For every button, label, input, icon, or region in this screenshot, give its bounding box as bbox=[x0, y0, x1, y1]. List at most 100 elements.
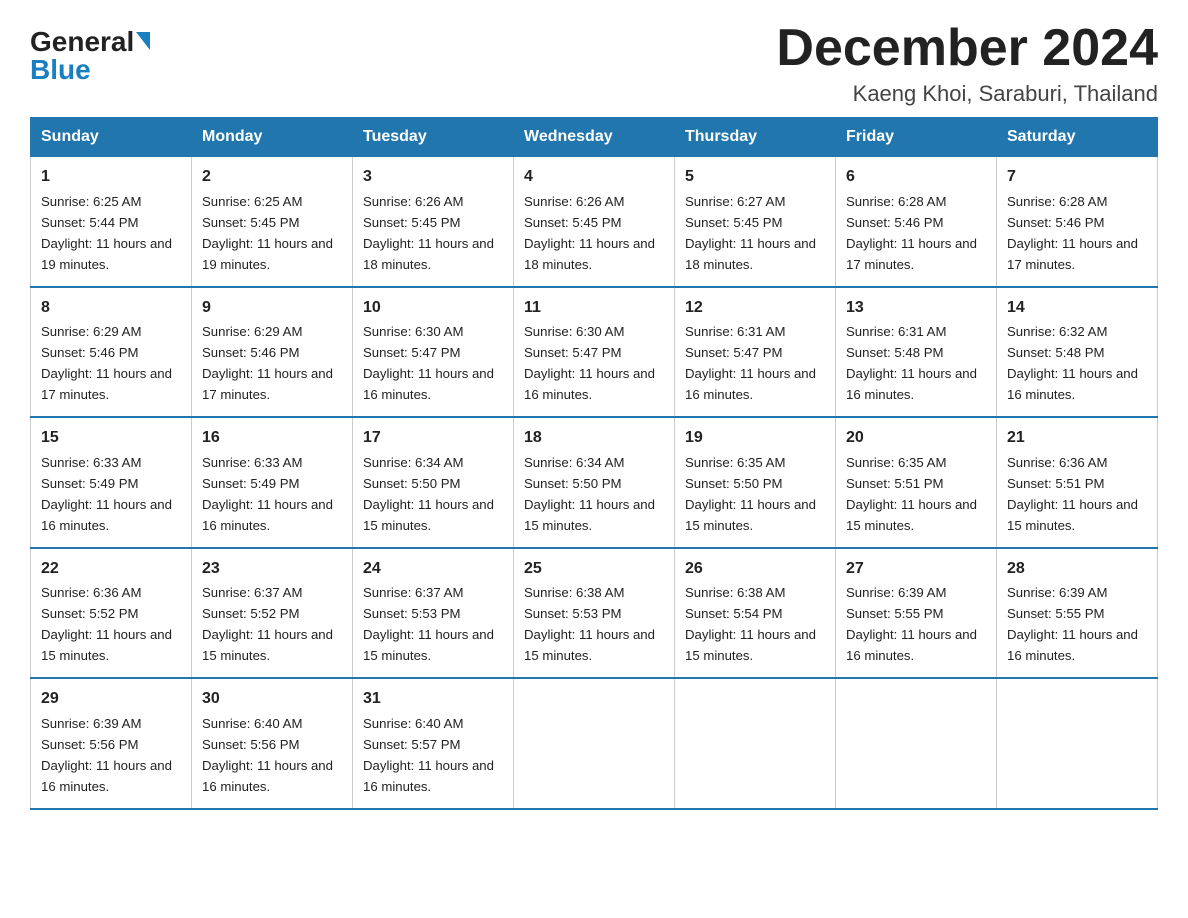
col-friday: Friday bbox=[836, 118, 997, 157]
day-number: 17 bbox=[363, 426, 503, 451]
col-monday: Monday bbox=[192, 118, 353, 157]
calendar-week-row: 8 Sunrise: 6:29 AMSunset: 5:46 PMDayligh… bbox=[31, 287, 1158, 417]
day-info: Sunrise: 6:40 AMSunset: 5:57 PMDaylight:… bbox=[363, 716, 494, 794]
logo: General Blue bbox=[30, 28, 150, 84]
day-number: 16 bbox=[202, 426, 342, 451]
day-number: 31 bbox=[363, 687, 503, 712]
day-number: 12 bbox=[685, 296, 825, 321]
day-info: Sunrise: 6:38 AMSunset: 5:54 PMDaylight:… bbox=[685, 585, 816, 663]
day-number: 13 bbox=[846, 296, 986, 321]
calendar-cell: 31 Sunrise: 6:40 AMSunset: 5:57 PMDaylig… bbox=[353, 678, 514, 808]
day-info: Sunrise: 6:37 AMSunset: 5:52 PMDaylight:… bbox=[202, 585, 333, 663]
calendar-cell: 9 Sunrise: 6:29 AMSunset: 5:46 PMDayligh… bbox=[192, 287, 353, 417]
day-number: 7 bbox=[1007, 165, 1147, 190]
calendar-cell: 21 Sunrise: 6:36 AMSunset: 5:51 PMDaylig… bbox=[997, 417, 1158, 547]
day-number: 11 bbox=[524, 296, 664, 321]
day-info: Sunrise: 6:37 AMSunset: 5:53 PMDaylight:… bbox=[363, 585, 494, 663]
calendar-cell: 26 Sunrise: 6:38 AMSunset: 5:54 PMDaylig… bbox=[675, 548, 836, 678]
calendar-cell: 19 Sunrise: 6:35 AMSunset: 5:50 PMDaylig… bbox=[675, 417, 836, 547]
day-info: Sunrise: 6:32 AMSunset: 5:48 PMDaylight:… bbox=[1007, 324, 1138, 402]
calendar-cell: 15 Sunrise: 6:33 AMSunset: 5:49 PMDaylig… bbox=[31, 417, 192, 547]
day-info: Sunrise: 6:34 AMSunset: 5:50 PMDaylight:… bbox=[524, 455, 655, 533]
calendar-week-row: 15 Sunrise: 6:33 AMSunset: 5:49 PMDaylig… bbox=[31, 417, 1158, 547]
calendar-cell bbox=[997, 678, 1158, 808]
calendar-cell: 30 Sunrise: 6:40 AMSunset: 5:56 PMDaylig… bbox=[192, 678, 353, 808]
day-number: 3 bbox=[363, 165, 503, 190]
col-saturday: Saturday bbox=[997, 118, 1158, 157]
day-number: 5 bbox=[685, 165, 825, 190]
day-info: Sunrise: 6:26 AMSunset: 5:45 PMDaylight:… bbox=[363, 194, 494, 272]
day-info: Sunrise: 6:25 AMSunset: 5:45 PMDaylight:… bbox=[202, 194, 333, 272]
day-number: 29 bbox=[41, 687, 181, 712]
col-sunday: Sunday bbox=[31, 118, 192, 157]
calendar-body: 1 Sunrise: 6:25 AMSunset: 5:44 PMDayligh… bbox=[31, 157, 1158, 809]
day-number: 20 bbox=[846, 426, 986, 451]
day-number: 27 bbox=[846, 557, 986, 582]
calendar-cell: 13 Sunrise: 6:31 AMSunset: 5:48 PMDaylig… bbox=[836, 287, 997, 417]
day-info: Sunrise: 6:28 AMSunset: 5:46 PMDaylight:… bbox=[1007, 194, 1138, 272]
day-info: Sunrise: 6:31 AMSunset: 5:47 PMDaylight:… bbox=[685, 324, 816, 402]
day-number: 9 bbox=[202, 296, 342, 321]
logo-blue-text: Blue bbox=[30, 54, 91, 85]
day-number: 14 bbox=[1007, 296, 1147, 321]
calendar-cell: 24 Sunrise: 6:37 AMSunset: 5:53 PMDaylig… bbox=[353, 548, 514, 678]
page-header: General Blue December 2024 Kaeng Khoi, S… bbox=[30, 20, 1158, 107]
day-info: Sunrise: 6:30 AMSunset: 5:47 PMDaylight:… bbox=[363, 324, 494, 402]
calendar-week-row: 22 Sunrise: 6:36 AMSunset: 5:52 PMDaylig… bbox=[31, 548, 1158, 678]
calendar-cell: 4 Sunrise: 6:26 AMSunset: 5:45 PMDayligh… bbox=[514, 157, 675, 287]
calendar-cell: 17 Sunrise: 6:34 AMSunset: 5:50 PMDaylig… bbox=[353, 417, 514, 547]
day-number: 6 bbox=[846, 165, 986, 190]
calendar-cell: 14 Sunrise: 6:32 AMSunset: 5:48 PMDaylig… bbox=[997, 287, 1158, 417]
calendar-cell: 7 Sunrise: 6:28 AMSunset: 5:46 PMDayligh… bbox=[997, 157, 1158, 287]
calendar-cell: 25 Sunrise: 6:38 AMSunset: 5:53 PMDaylig… bbox=[514, 548, 675, 678]
calendar-cell: 16 Sunrise: 6:33 AMSunset: 5:49 PMDaylig… bbox=[192, 417, 353, 547]
day-number: 28 bbox=[1007, 557, 1147, 582]
calendar-header: Sunday Monday Tuesday Wednesday Thursday… bbox=[31, 118, 1158, 157]
calendar-week-row: 1 Sunrise: 6:25 AMSunset: 5:44 PMDayligh… bbox=[31, 157, 1158, 287]
col-thursday: Thursday bbox=[675, 118, 836, 157]
day-number: 2 bbox=[202, 165, 342, 190]
day-number: 23 bbox=[202, 557, 342, 582]
day-info: Sunrise: 6:36 AMSunset: 5:51 PMDaylight:… bbox=[1007, 455, 1138, 533]
calendar-cell bbox=[675, 678, 836, 808]
day-info: Sunrise: 6:39 AMSunset: 5:56 PMDaylight:… bbox=[41, 716, 172, 794]
calendar-cell: 1 Sunrise: 6:25 AMSunset: 5:44 PMDayligh… bbox=[31, 157, 192, 287]
day-number: 10 bbox=[363, 296, 503, 321]
day-info: Sunrise: 6:25 AMSunset: 5:44 PMDaylight:… bbox=[41, 194, 172, 272]
day-number: 24 bbox=[363, 557, 503, 582]
day-info: Sunrise: 6:28 AMSunset: 5:46 PMDaylight:… bbox=[846, 194, 977, 272]
day-number: 1 bbox=[41, 165, 181, 190]
day-info: Sunrise: 6:33 AMSunset: 5:49 PMDaylight:… bbox=[202, 455, 333, 533]
day-info: Sunrise: 6:40 AMSunset: 5:56 PMDaylight:… bbox=[202, 716, 333, 794]
calendar-table: Sunday Monday Tuesday Wednesday Thursday… bbox=[30, 117, 1158, 809]
day-info: Sunrise: 6:33 AMSunset: 5:49 PMDaylight:… bbox=[41, 455, 172, 533]
calendar-cell: 6 Sunrise: 6:28 AMSunset: 5:46 PMDayligh… bbox=[836, 157, 997, 287]
day-info: Sunrise: 6:39 AMSunset: 5:55 PMDaylight:… bbox=[846, 585, 977, 663]
day-info: Sunrise: 6:35 AMSunset: 5:50 PMDaylight:… bbox=[685, 455, 816, 533]
day-info: Sunrise: 6:36 AMSunset: 5:52 PMDaylight:… bbox=[41, 585, 172, 663]
day-info: Sunrise: 6:31 AMSunset: 5:48 PMDaylight:… bbox=[846, 324, 977, 402]
calendar-cell: 10 Sunrise: 6:30 AMSunset: 5:47 PMDaylig… bbox=[353, 287, 514, 417]
day-number: 30 bbox=[202, 687, 342, 712]
calendar-cell: 3 Sunrise: 6:26 AMSunset: 5:45 PMDayligh… bbox=[353, 157, 514, 287]
calendar-cell: 5 Sunrise: 6:27 AMSunset: 5:45 PMDayligh… bbox=[675, 157, 836, 287]
day-number: 15 bbox=[41, 426, 181, 451]
day-info: Sunrise: 6:34 AMSunset: 5:50 PMDaylight:… bbox=[363, 455, 494, 533]
col-tuesday: Tuesday bbox=[353, 118, 514, 157]
day-info: Sunrise: 6:39 AMSunset: 5:55 PMDaylight:… bbox=[1007, 585, 1138, 663]
day-number: 19 bbox=[685, 426, 825, 451]
calendar-cell: 20 Sunrise: 6:35 AMSunset: 5:51 PMDaylig… bbox=[836, 417, 997, 547]
title-block: December 2024 Kaeng Khoi, Saraburi, Thai… bbox=[776, 20, 1158, 107]
day-number: 25 bbox=[524, 557, 664, 582]
logo-general-text: General bbox=[30, 28, 134, 56]
calendar-cell: 11 Sunrise: 6:30 AMSunset: 5:47 PMDaylig… bbox=[514, 287, 675, 417]
day-info: Sunrise: 6:38 AMSunset: 5:53 PMDaylight:… bbox=[524, 585, 655, 663]
calendar-cell: 12 Sunrise: 6:31 AMSunset: 5:47 PMDaylig… bbox=[675, 287, 836, 417]
day-info: Sunrise: 6:30 AMSunset: 5:47 PMDaylight:… bbox=[524, 324, 655, 402]
calendar-cell: 27 Sunrise: 6:39 AMSunset: 5:55 PMDaylig… bbox=[836, 548, 997, 678]
day-info: Sunrise: 6:35 AMSunset: 5:51 PMDaylight:… bbox=[846, 455, 977, 533]
page-title: December 2024 bbox=[776, 20, 1158, 77]
header-row: Sunday Monday Tuesday Wednesday Thursday… bbox=[31, 118, 1158, 157]
day-info: Sunrise: 6:27 AMSunset: 5:45 PMDaylight:… bbox=[685, 194, 816, 272]
calendar-cell: 8 Sunrise: 6:29 AMSunset: 5:46 PMDayligh… bbox=[31, 287, 192, 417]
